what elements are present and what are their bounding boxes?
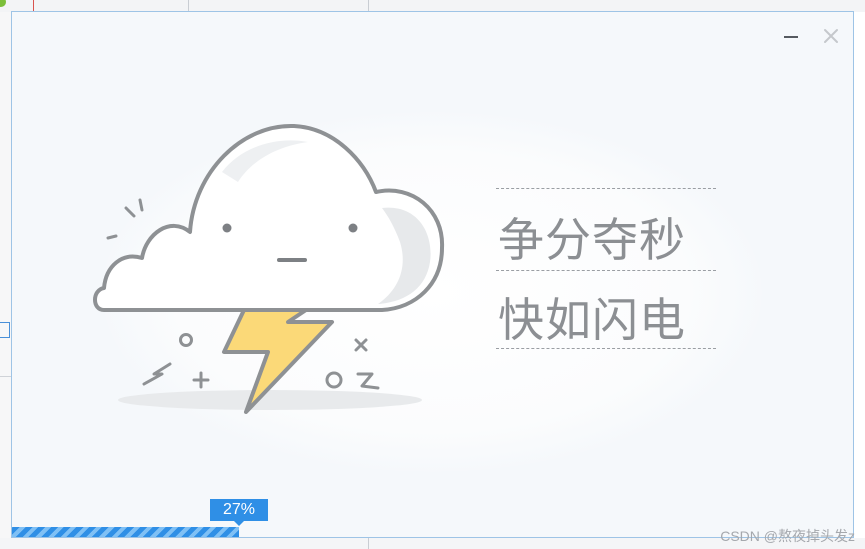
background-divider <box>0 376 11 377</box>
cloud-icon <box>93 123 445 312</box>
progress-percent-badge: 27% <box>210 499 268 526</box>
slogan-divider <box>496 188 716 189</box>
slogan-line-1: 争分夺秒 <box>498 213 686 267</box>
slogan-divider <box>496 348 716 349</box>
close-button[interactable] <box>818 24 844 48</box>
splash-window: 争分夺秒 快如闪电 27% <box>11 11 854 538</box>
progress-bar-fill <box>12 527 239 537</box>
background-divider <box>368 538 369 549</box>
cloud-lightning-illustration <box>93 123 445 414</box>
minimize-button[interactable] <box>778 24 804 48</box>
minimize-icon <box>784 36 798 38</box>
slogan: 争分夺秒 快如闪电 <box>496 188 716 349</box>
close-icon <box>824 29 838 43</box>
slogan-divider <box>496 270 716 271</box>
slogan-line-2: 快如闪电 <box>498 293 686 347</box>
ground-shadow <box>118 390 422 410</box>
watermark: CSDN @熬夜掉头发z <box>720 528 855 544</box>
background-app-tab <box>0 322 10 338</box>
